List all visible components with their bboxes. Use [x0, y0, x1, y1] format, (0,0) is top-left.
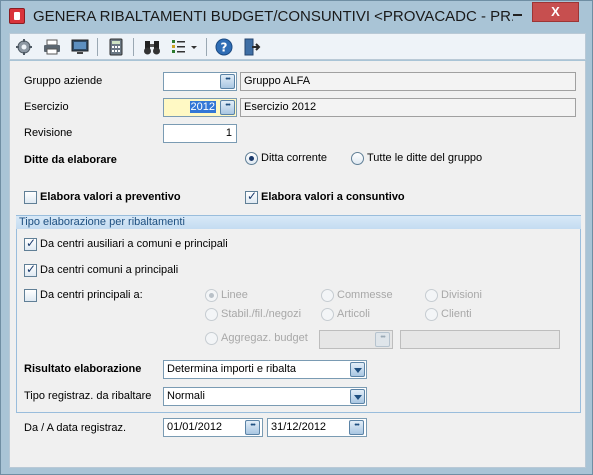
date-to-picker-button[interactable] — [349, 420, 364, 435]
commesse-radio[interactable] — [321, 289, 334, 302]
close-button[interactable]: X — [532, 2, 579, 22]
esercizio-description: Esercizio 2012 — [240, 98, 576, 117]
clienti-radio[interactable] — [425, 308, 438, 321]
minimize-button[interactable] — [504, 2, 531, 22]
clienti-label: Clienti — [441, 308, 472, 320]
tutte-ditte-radio[interactable] — [351, 152, 364, 165]
linee-radio[interactable] — [205, 289, 218, 302]
aggregaz-label: Aggregaz. budget — [221, 332, 308, 344]
toolbar-separator — [206, 38, 207, 56]
aggregaz-radio[interactable] — [205, 332, 218, 345]
toolbar: ? — [9, 33, 586, 60]
articoli-radio[interactable] — [321, 308, 334, 321]
toolbar-separator — [133, 38, 134, 56]
binoculars-icon[interactable] — [143, 38, 161, 56]
calculator-icon[interactable] — [107, 38, 125, 56]
tipo-elaborazione-group — [16, 229, 581, 413]
consuntivo-label[interactable]: Elabora valori a consuntivo — [261, 191, 405, 203]
commesse-label: Commesse — [337, 289, 393, 301]
risultato-dropdown-button[interactable] — [350, 362, 365, 377]
esercizio-lookup-button[interactable] — [220, 100, 235, 115]
gruppo-lookup-button[interactable] — [220, 74, 235, 89]
gruppo-description: Gruppo ALFA — [240, 72, 576, 91]
preventivo-label[interactable]: Elabora valori a preventivo — [40, 191, 181, 203]
tipo-reg-label: Tipo registraz. da ribaltare — [24, 390, 152, 402]
toolbar-separator — [97, 38, 98, 56]
preventivo-checkbox[interactable] — [24, 191, 37, 204]
centri-comuni-label[interactable]: Da centri comuni a principali — [40, 264, 178, 276]
app-icon — [9, 8, 25, 24]
ditta-corrente-label[interactable]: Ditta corrente — [261, 152, 327, 164]
consuntivo-checkbox[interactable] — [245, 189, 258, 204]
printer-icon[interactable] — [43, 38, 61, 56]
data-registraz-label: Da / A data registraz. — [24, 422, 127, 434]
stabil-label: Stabil./fil./negozi — [221, 308, 302, 320]
risultato-label: Risultato elaborazione — [24, 363, 142, 375]
list-options-icon[interactable] — [171, 38, 189, 56]
tutte-ditte-label[interactable]: Tutte le ditte del gruppo — [367, 152, 482, 164]
help-icon[interactable]: ? — [215, 38, 233, 56]
close-icon: X — [551, 4, 560, 19]
centri-ausiliari-checkbox[interactable] — [24, 236, 37, 251]
exit-icon[interactable] — [243, 38, 261, 56]
aggregaz-lookup-button[interactable] — [375, 332, 390, 347]
tipo-elaborazione-header: Tipo elaborazione per ribaltamenti — [16, 215, 581, 229]
svg-text:?: ? — [221, 41, 228, 55]
divisioni-label: Divisioni — [441, 289, 482, 301]
title-bar[interactable]: GENERA RIBALTAMENTI BUDGET/CONSUNTIVI <P… — [1, 1, 592, 33]
esercizio-value: 2012 — [189, 101, 216, 113]
centri-comuni-checkbox[interactable] — [24, 262, 37, 277]
linee-label: Linee — [221, 289, 248, 301]
tipo-reg-dropdown-button[interactable] — [350, 389, 365, 404]
centri-ausiliari-label[interactable]: Da centri ausiliari a comuni e principal… — [40, 238, 228, 250]
ditte-label: Ditte da elaborare — [24, 154, 117, 166]
gruppo-aziende-label: Gruppo aziende — [24, 75, 103, 87]
aggregaz-description — [400, 330, 560, 349]
window-title: GENERA RIBALTAMENTI BUDGET/CONSUNTIVI <P… — [33, 8, 513, 25]
main-window: GENERA RIBALTAMENTI BUDGET/CONSUNTIVI <P… — [0, 0, 593, 475]
risultato-select[interactable]: Determina importi e ribalta — [163, 360, 367, 379]
monitor-icon[interactable] — [71, 38, 89, 56]
centri-principali-label[interactable]: Da centri principali a: — [40, 289, 143, 301]
date-from-picker-button[interactable] — [245, 420, 260, 435]
form-panel: Gruppo aziende 1 Gruppo ALFA Esercizio 2… — [9, 61, 586, 468]
gear-icon[interactable] — [15, 38, 33, 56]
tipo-reg-select[interactable]: Normali — [163, 387, 367, 406]
revisione-label: Revisione — [24, 127, 73, 139]
divisioni-radio[interactable] — [425, 289, 438, 302]
stabil-radio[interactable] — [205, 308, 218, 321]
chevron-down-icon[interactable] — [190, 38, 198, 56]
centri-principali-checkbox[interactable] — [24, 289, 37, 302]
articoli-label: Articoli — [337, 308, 371, 320]
ditta-corrente-radio[interactable] — [245, 152, 258, 165]
esercizio-label: Esercizio — [24, 101, 69, 113]
revisione-input[interactable]: 1 — [163, 124, 237, 143]
